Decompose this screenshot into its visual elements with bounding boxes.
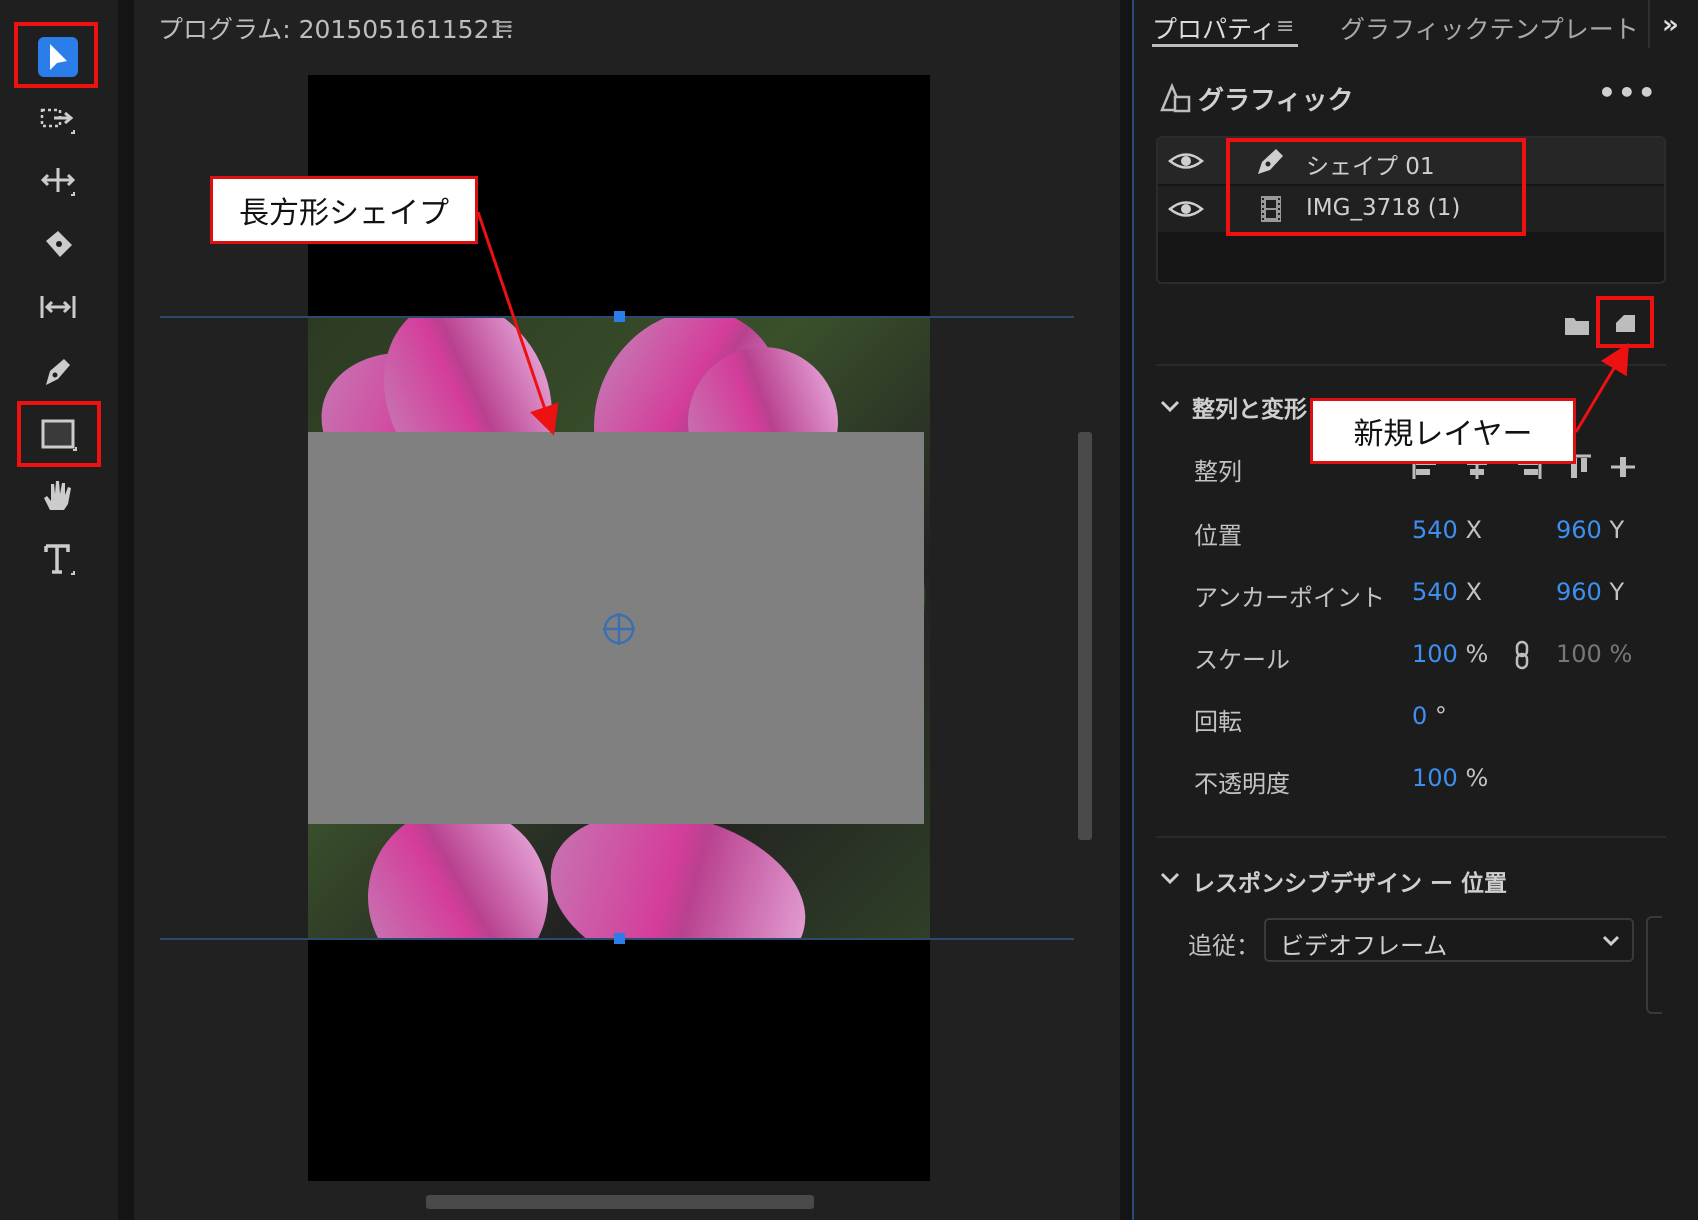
callout-new-layer: 新規レイヤー	[1310, 398, 1576, 464]
tools-panel	[0, 0, 118, 1220]
horizontal-scrollbar[interactable]	[426, 1195, 814, 1209]
align-label: 整列	[1194, 458, 1242, 486]
follow-label: 追従：	[1188, 932, 1260, 960]
pin-widget[interactable]	[1646, 916, 1662, 1014]
monitor-title[interactable]: プログラム: 2015051611521:	[158, 10, 514, 46]
graphic-shapes-icon	[1160, 82, 1191, 113]
scale-linked-field: 100 %	[1556, 640, 1633, 668]
slip-tool[interactable]	[30, 280, 86, 336]
new-layer-highlight	[1596, 296, 1654, 348]
hand-tool[interactable]	[30, 468, 86, 524]
pen-tool[interactable]	[30, 343, 86, 399]
transform-handle-bottom[interactable]	[614, 933, 625, 944]
hand-icon	[44, 481, 71, 510]
layers-highlight	[1226, 138, 1526, 236]
section-title-responsive-design[interactable]: レスポンシブデザイン ー 位置	[1192, 864, 1507, 898]
ripple-edit-icon	[40, 168, 76, 196]
anchor-point-label: アンカーポイント	[1194, 584, 1386, 612]
callout-rectangle-shape: 長方形シェイプ	[210, 176, 478, 244]
eye-icon[interactable]	[1166, 144, 1206, 178]
rotation-label: 回転	[1194, 708, 1242, 736]
scale-field[interactable]: 100 %	[1412, 640, 1488, 668]
follow-dropdown[interactable]: ビデオフレーム	[1264, 918, 1634, 962]
tab-properties[interactable]: プロパティ	[1152, 10, 1276, 46]
panel-divider[interactable]	[1120, 0, 1132, 1220]
tab-divider	[1648, 0, 1650, 48]
active-tab-indicator	[1152, 44, 1298, 47]
chevron-down-icon[interactable]	[1158, 394, 1182, 418]
razor-tool[interactable]	[30, 217, 86, 273]
follow-dropdown-value: ビデオフレーム	[1280, 932, 1448, 960]
chevron-down-icon	[1602, 935, 1620, 947]
section-divider	[1156, 364, 1666, 366]
properties-panel: プロパティ ≡ グラフィックテンプレート » グラフィック ••• シェイプ 0…	[1132, 0, 1698, 1220]
anchor-crosshair-icon[interactable]	[602, 612, 636, 646]
position-y-field[interactable]: 960 Y	[1556, 516, 1624, 544]
selection-tool-highlight	[14, 22, 98, 88]
opacity-field[interactable]: 100 %	[1412, 764, 1488, 792]
align-center-vertical-icon[interactable]	[1608, 452, 1638, 482]
section-title-align-transform[interactable]: 整列と変形	[1192, 390, 1307, 424]
anchor-y-field[interactable]: 960 Y	[1556, 578, 1624, 606]
double-chevron-right-icon[interactable]: »	[1662, 10, 1679, 40]
chevron-down-icon[interactable]	[1158, 866, 1182, 890]
panel-divider[interactable]	[118, 0, 134, 1220]
opacity-label: 不透明度	[1194, 770, 1290, 798]
rotation-field[interactable]: 0 °	[1412, 702, 1447, 730]
position-label: 位置	[1194, 522, 1242, 550]
scale-label: スケール	[1194, 646, 1290, 674]
folder-icon[interactable]	[1562, 310, 1592, 340]
track-select-forward-tool[interactable]	[30, 92, 86, 148]
transform-handle-top[interactable]	[614, 311, 625, 322]
section-divider	[1156, 836, 1666, 838]
anchor-x-field[interactable]: 540 X	[1412, 578, 1482, 606]
vertical-scrollbar[interactable]	[1078, 432, 1092, 840]
ripple-edit-tool[interactable]	[30, 154, 86, 210]
eye-icon[interactable]	[1166, 192, 1206, 226]
hamburger-icon[interactable]: ≡	[1276, 14, 1294, 39]
pen-icon	[46, 359, 70, 385]
hamburger-icon[interactable]: ≡	[494, 12, 514, 40]
razor-icon	[46, 231, 72, 257]
tab-graphic-templates[interactable]: グラフィックテンプレート	[1340, 10, 1639, 46]
position-x-field[interactable]: 540 X	[1412, 516, 1482, 544]
track-select-icon	[40, 108, 75, 134]
slip-icon	[40, 296, 76, 318]
rectangle-tool-highlight	[17, 401, 101, 467]
type-icon	[44, 544, 75, 575]
type-tool[interactable]	[30, 531, 86, 587]
more-options-icon[interactable]: •••	[1598, 76, 1658, 109]
graphic-title: グラフィック	[1198, 86, 1354, 116]
link-icon[interactable]	[1512, 640, 1532, 670]
